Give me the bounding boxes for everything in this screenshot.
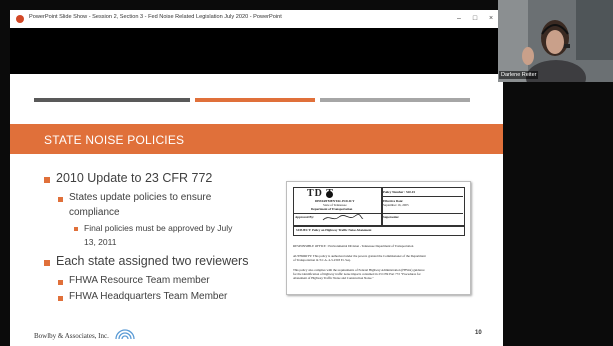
doc-effective-date: September 16, 2005 [383,203,409,207]
doc-body-line3: Abatement of Highway Traffic Noise and C… [293,276,374,280]
bullet-level3-continued: 13, 2011 [84,237,117,247]
decor-bar-gray [320,98,470,102]
policy-document-image: TD T DEPARTMENTAL POLICY State of Tennes… [286,181,471,295]
participant-name-label: Darlene Reiter [499,71,539,79]
bullet-marker [58,197,63,202]
bullet-marker [74,227,78,231]
signature-image [322,214,364,221]
doc-divider [381,213,463,214]
title-banner: STATE NOISE POLICIES [10,124,503,154]
powerpoint-window: PowerPoint Slide Show - Session 2, Secti… [10,10,503,346]
doc-approved-by: Approved By: [295,215,315,219]
slide-number: 10 [475,330,482,336]
doc-supersedes: Supersedes: [383,215,400,219]
bullet-level2: FHWA Headquarters Team Member [69,291,228,302]
close-button[interactable]: × [485,13,497,25]
maximize-button[interactable]: □ [469,13,481,25]
bullet-marker [58,296,63,301]
bullet-level1: Each state assigned two reviewers [56,254,249,268]
webcam-person-image [498,0,613,82]
doc-responsible-office: RESPONSIBLE OFFICE : Environmental Divis… [293,244,414,248]
minimize-button[interactable]: – [453,13,465,25]
bullet-level2-continued: compliance [69,207,120,218]
slide-letterbox-top [10,28,503,74]
company-logo-icon [115,329,135,340]
bullet-level2: States update policies to ensure [69,192,212,203]
window-title: PowerPoint Slide Show - Session 2, Secti… [29,14,282,20]
tdot-logo-circle [326,191,333,198]
decor-bar-orange [195,98,315,102]
slide[interactable]: STATE NOISE POLICIES 2010 Update to 23 C… [10,74,503,346]
bullet-level1: 2010 Update to 23 CFR 772 [56,171,213,185]
bullet-marker [44,260,50,266]
title-bar: PowerPoint Slide Show - Session 2, Secti… [10,10,503,28]
doc-dept-name: Department of Transportation [311,207,353,211]
powerpoint-app-icon [16,15,24,23]
company-footer: Bowlby & Associates, Inc. [34,332,109,340]
bullet-marker [44,177,50,183]
doc-policy-number: Policy Number : 520-01 [383,190,416,194]
webcam-video-tile[interactable] [498,0,613,82]
doc-divider [381,196,463,197]
slide-title: STATE NOISE POLICIES [44,133,185,147]
doc-authority-line2: of Transportation in T.C.A. 4-3-2303 Et.… [293,258,351,262]
bullet-marker [58,280,63,285]
bullet-level2: FHWA Resource Team member [69,275,210,286]
decor-bar-dark [34,98,190,102]
doc-subject: SUBJECT: Policy on Highway Traffic Noise… [296,228,372,232]
bullet-level3: Final policies must be approved by July [84,223,233,233]
